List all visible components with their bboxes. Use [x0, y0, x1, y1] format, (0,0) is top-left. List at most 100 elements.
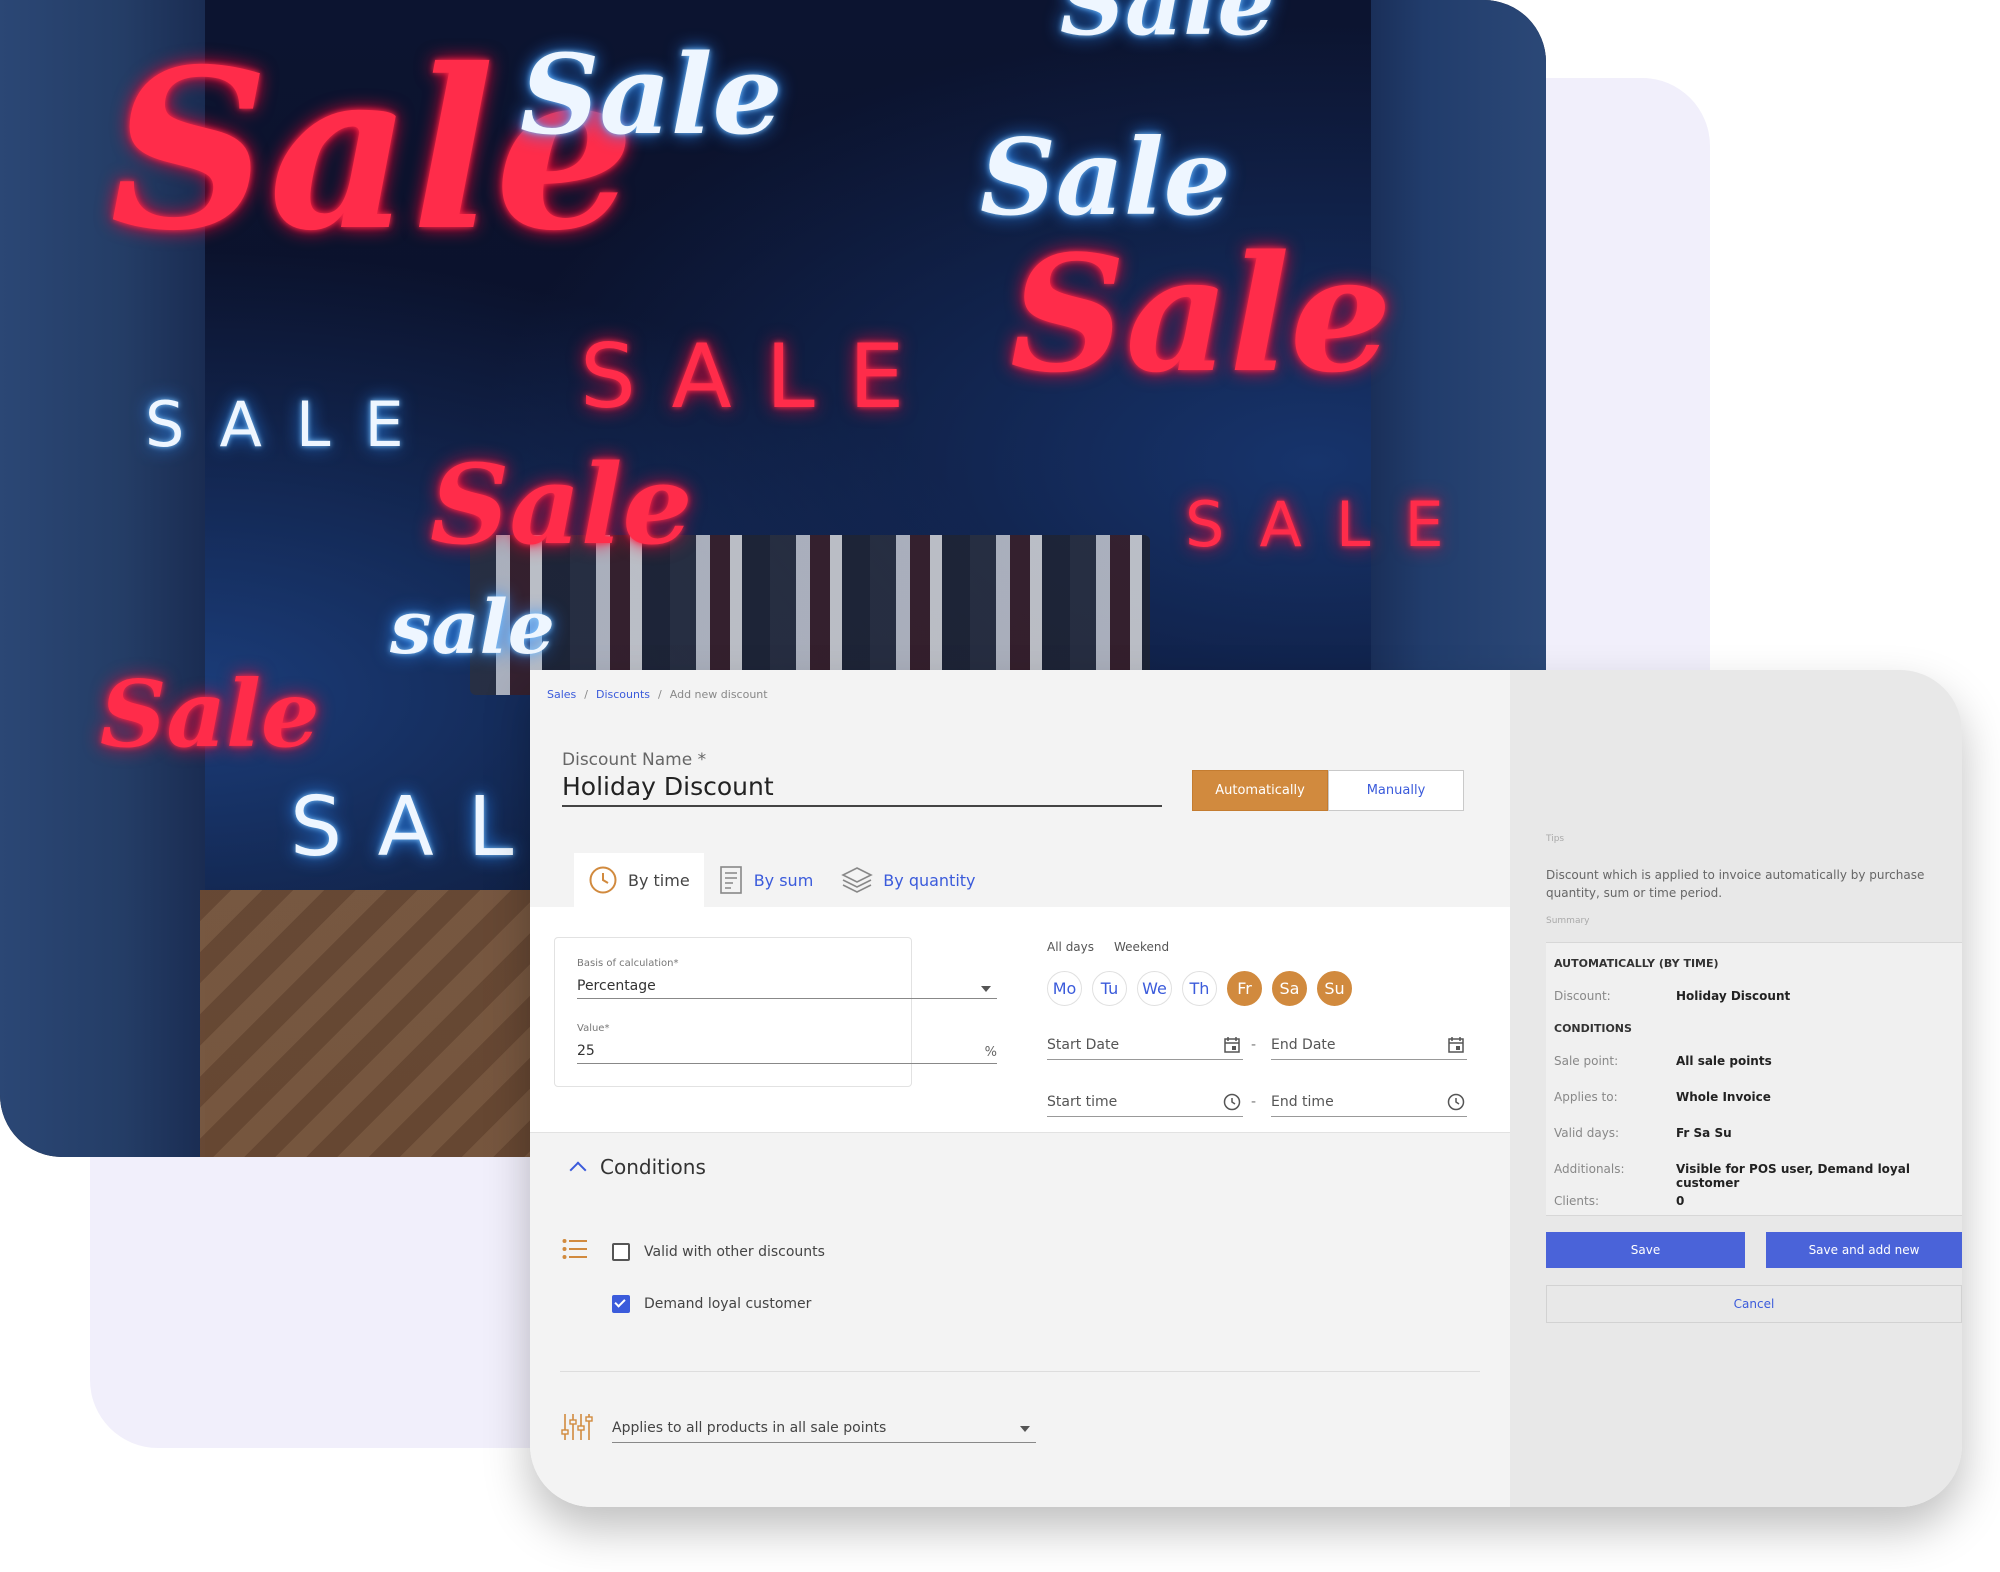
neon-sign: SAL — [290, 780, 548, 875]
summary-title: AUTOMATICALLY (BY TIME) — [1554, 957, 1719, 970]
clock-icon[interactable] — [1223, 1093, 1241, 1111]
breadcrumb-separator: / — [584, 688, 588, 701]
basis-value: Percentage — [577, 978, 656, 994]
summary-key: Applies to: — [1554, 1090, 1618, 1104]
start-date-field[interactable]: Start Date — [1047, 1037, 1243, 1060]
preset-weekend[interactable]: Weekend — [1114, 940, 1169, 954]
layers-icon — [841, 867, 874, 893]
manually-button[interactable]: Manually — [1328, 770, 1464, 811]
day-we[interactable]: We — [1137, 971, 1172, 1006]
neon-sign: Sale — [1060, 0, 1275, 56]
neon-sign: SALE — [145, 388, 438, 461]
form-main: Sales / Discounts / Add new discount Dis… — [530, 670, 1510, 1507]
sliders-icon — [561, 1414, 593, 1440]
day-th[interactable]: Th — [1182, 971, 1217, 1006]
list-icon — [562, 1239, 587, 1259]
summary-value: 0 — [1676, 1194, 1685, 1208]
basis-select[interactable]: Percentage — [577, 978, 997, 999]
day-presets: All days Weekend — [1047, 940, 1169, 954]
value-label: Value* — [577, 1023, 610, 1034]
breadcrumb-discounts[interactable]: Discounts — [596, 688, 650, 701]
day-mo[interactable]: Mo — [1047, 971, 1082, 1006]
chevron-up-icon — [569, 1161, 587, 1179]
summary-value: Visible for POS user, Demand loyal custo… — [1676, 1162, 1910, 1190]
valid-with-others-row[interactable]: Valid with other discounts — [612, 1243, 825, 1261]
calendar-icon[interactable] — [1223, 1036, 1241, 1054]
breadcrumb-separator: / — [658, 688, 662, 701]
demand-loyal-label: Demand loyal customer — [644, 1296, 812, 1312]
mode-toggle: Automatically Manually — [1192, 770, 1464, 811]
summary-key: Sale point: — [1554, 1054, 1619, 1068]
summary-value: Fr Sa Su — [1676, 1126, 1732, 1140]
summary-value: All sale points — [1676, 1054, 1772, 1068]
end-time-field[interactable]: End time — [1271, 1093, 1467, 1117]
discount-name-label: Discount Name * — [562, 750, 707, 770]
tips-heading: Tips — [1546, 834, 1565, 844]
summary-sidebar: Tips Discount which is applied to invoic… — [1510, 670, 1962, 1507]
save-button[interactable]: Save — [1546, 1232, 1745, 1268]
summary-key: Clients: — [1554, 1194, 1600, 1208]
time-range-separator: - — [1251, 1094, 1257, 1110]
tab-by-time[interactable]: By time — [574, 853, 704, 907]
chevron-down-icon — [1020, 1426, 1030, 1432]
summary-key: Additionals: — [1554, 1162, 1625, 1176]
day-tu[interactable]: Tu — [1092, 971, 1127, 1006]
applies-to-select[interactable]: Applies to all products in all sale poin… — [612, 1420, 1036, 1443]
day-sa[interactable]: Sa — [1272, 971, 1307, 1006]
end-time-placeholder: End time — [1271, 1094, 1334, 1110]
by-time-panel: Basis of calculation* Percentage Value* … — [530, 907, 1510, 1132]
automatically-button[interactable]: Automatically — [1192, 770, 1328, 811]
demand-loyal-row[interactable]: Demand loyal customer — [612, 1295, 811, 1313]
summary-card: AUTOMATICALLY (BY TIME) Discount: Holida… — [1546, 942, 1962, 1216]
discount-name-input[interactable]: Holiday Discount — [562, 772, 1162, 807]
date-range-separator: - — [1251, 1037, 1257, 1053]
breadcrumb-sales[interactable]: Sales — [547, 688, 576, 701]
save-and-add-new-button[interactable]: Save and add new — [1766, 1232, 1962, 1268]
tab-by-quantity[interactable]: By quantity — [827, 853, 989, 907]
start-time-placeholder: Start time — [1047, 1094, 1118, 1110]
clock-icon[interactable] — [1447, 1093, 1465, 1111]
summary-conditions-title: CONDITIONS — [1554, 1022, 1632, 1035]
tab-label: By sum — [753, 870, 814, 890]
applies-to-value: Applies to all products in all sale poin… — [612, 1420, 887, 1436]
conditions-title: Conditions — [600, 1155, 706, 1179]
conditions-header[interactable]: Conditions — [569, 1155, 706, 1179]
neon-sign: Sale — [430, 440, 693, 569]
start-time-field[interactable]: Start time — [1047, 1093, 1243, 1117]
tab-by-sum[interactable]: By sum — [704, 853, 828, 907]
neon-sign: SALE — [580, 325, 939, 428]
preset-all-days[interactable]: All days — [1047, 940, 1094, 954]
neon-sign: Sale — [520, 30, 783, 159]
calculation-card: Basis of calculation* Percentage Value* … — [554, 937, 997, 1087]
summary-key: Discount: — [1554, 989, 1611, 1003]
day-su[interactable]: Su — [1317, 971, 1352, 1006]
calendar-icon[interactable] — [1447, 1036, 1465, 1054]
value-amount: 25 — [577, 1043, 595, 1059]
breadcrumb-current: Add new discount — [669, 688, 768, 701]
end-date-placeholder: End Date — [1271, 1037, 1336, 1053]
neon-sign: Sale — [1010, 220, 1392, 408]
summary-value: Holiday Discount — [1676, 989, 1791, 1003]
breadcrumb: Sales / Discounts / Add new discount — [547, 688, 768, 701]
tab-label: By quantity — [883, 870, 976, 890]
basis-label: Basis of calculation* — [577, 958, 679, 969]
value-input[interactable]: 25 % — [577, 1043, 997, 1064]
conditions-section: Conditions Valid with other discounts De… — [530, 1132, 1510, 1507]
start-date-placeholder: Start Date — [1047, 1037, 1120, 1053]
divider — [560, 1371, 1480, 1372]
valid-with-others-checkbox[interactable] — [612, 1243, 630, 1261]
clock-icon — [589, 866, 617, 894]
day-fr[interactable]: Fr — [1227, 971, 1262, 1006]
end-date-field[interactable]: End Date — [1271, 1037, 1467, 1060]
tab-label: By time — [628, 870, 690, 890]
discount-form-window: Sales / Discounts / Add new discount Dis… — [530, 670, 1962, 1507]
receipt-icon — [719, 866, 742, 894]
neon-sign: Sale — [100, 660, 320, 768]
tips-text: Discount which is applied to invoice aut… — [1546, 868, 1925, 900]
percent-unit: % — [984, 1045, 997, 1060]
valid-with-others-label: Valid with other discounts — [644, 1244, 825, 1260]
neon-sign: sale — [390, 585, 555, 671]
demand-loyal-checkbox[interactable] — [612, 1295, 630, 1313]
day-selector: Mo Tu We Th Fr Sa Su — [1047, 971, 1352, 1006]
cancel-button[interactable]: Cancel — [1546, 1285, 1962, 1323]
